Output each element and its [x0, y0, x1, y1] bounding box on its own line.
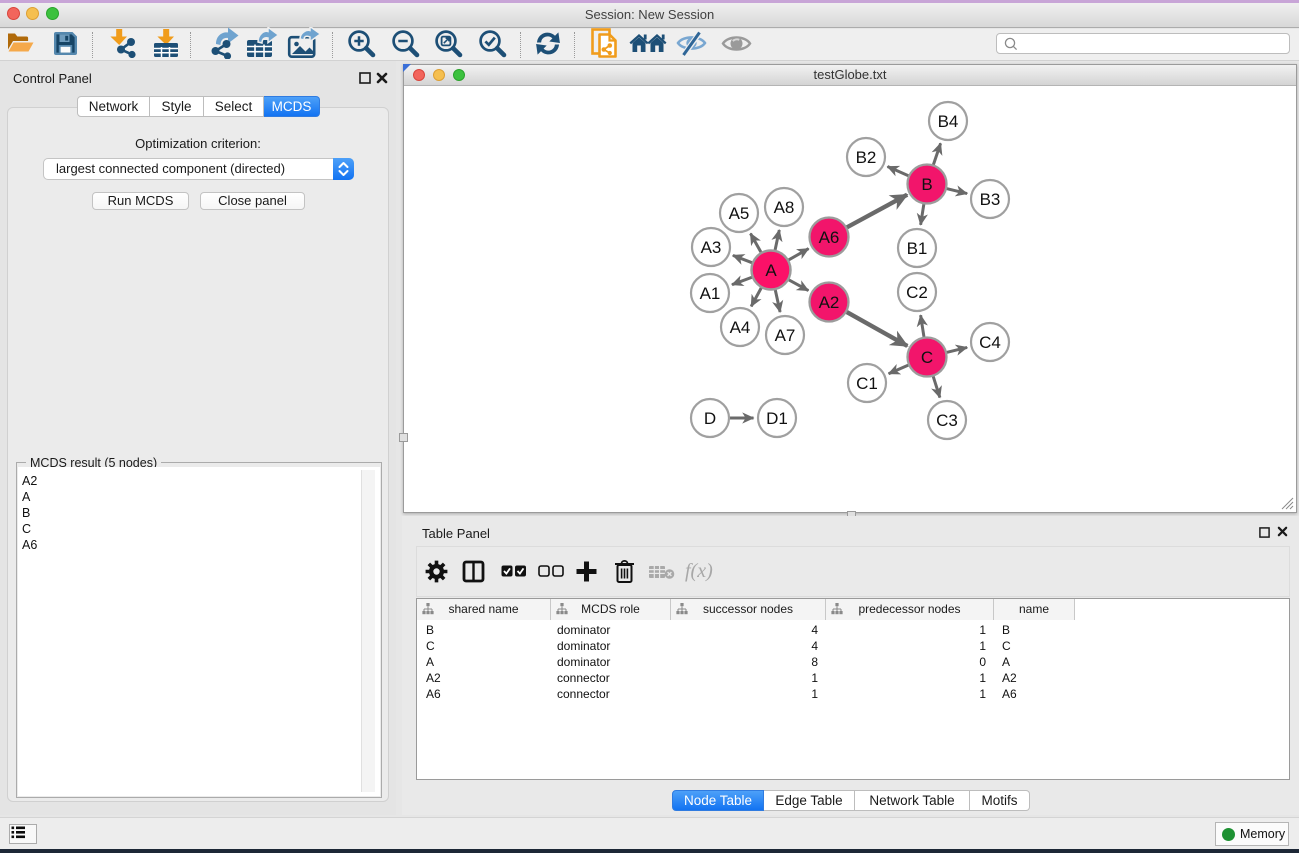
- svg-text:C: C: [921, 348, 933, 367]
- svg-text:C3: C3: [936, 411, 958, 430]
- svg-text:B3: B3: [980, 190, 1001, 209]
- svg-text:B: B: [921, 175, 932, 194]
- svg-text:C2: C2: [906, 283, 928, 302]
- svg-text:C4: C4: [979, 333, 1001, 352]
- svg-text:B1: B1: [907, 239, 928, 258]
- svg-text:C1: C1: [856, 374, 878, 393]
- svg-text:A7: A7: [775, 326, 796, 345]
- svg-text:A8: A8: [774, 198, 795, 217]
- svg-text:B4: B4: [938, 112, 959, 131]
- svg-text:A6: A6: [819, 228, 840, 247]
- svg-text:A: A: [765, 261, 777, 280]
- svg-text:A2: A2: [819, 293, 840, 312]
- svg-text:D: D: [704, 409, 716, 428]
- svg-text:A5: A5: [729, 204, 750, 223]
- svg-text:D1: D1: [766, 409, 788, 428]
- svg-text:B2: B2: [856, 148, 877, 167]
- svg-text:A3: A3: [701, 238, 722, 257]
- svg-text:A1: A1: [700, 284, 721, 303]
- svg-text:A4: A4: [730, 318, 751, 337]
